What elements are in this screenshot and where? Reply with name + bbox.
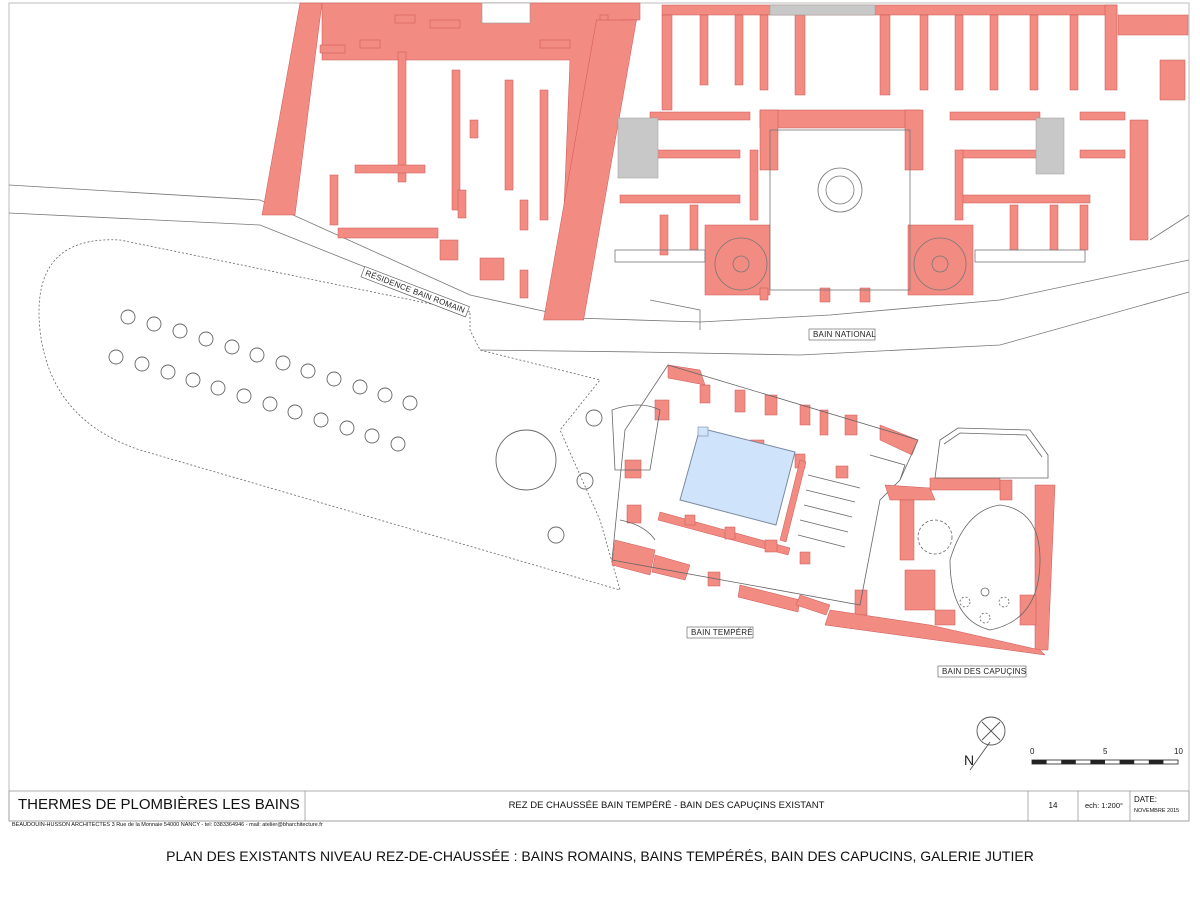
figure-caption: PLAN DES EXISTANTS NIVEAU REZ-DE-CHAUSSÉ… (166, 848, 1034, 864)
title-sheet-number: 14 (1048, 801, 1058, 810)
label-tempere-text: BAIN TEMPÉRÉ (691, 628, 753, 637)
scale-tick-5: 5 (1103, 747, 1108, 756)
title-scale: ech: 1:200° (1084, 801, 1124, 810)
bain-tempere-pool (679, 426, 796, 526)
bain-national-hall (614, 129, 1190, 330)
label-residence: RÉSIDENCE BAIN ROMAIN (360, 266, 470, 318)
label-national-text: BAIN NATIONAL (813, 330, 876, 339)
scale-tick-10: 10 (1174, 747, 1183, 756)
label-capucins-text: BAIN DES CAPUÇINS (942, 667, 1026, 676)
title-date-label: DATE: (1134, 795, 1157, 804)
label-tempere: BAIN TEMPÉRÉ (686, 626, 754, 639)
title-architect: BEAUDOUIN-HUSSON ARCHITECTES 3 Rue de la… (12, 822, 323, 828)
label-national: BAIN NATIONAL (808, 328, 876, 341)
north-arrow-icon: N (964, 716, 1006, 771)
title-drawing: REZ DE CHAUSSÉE BAIN TEMPÉRÉ - BAIN DES … (508, 800, 825, 811)
title-project: THERMES DE PLOMBIÈRES LES BAINS (18, 796, 300, 813)
residence-court (481, 2, 531, 24)
north-letter: N (964, 752, 974, 768)
garden-features (495, 409, 603, 544)
floor-plan-drawing: RÉSIDENCE BAIN ROMAIN BAIN NATIONAL BAIN… (8, 2, 1190, 822)
tree-row-2 (108, 349, 406, 452)
bain-des-capucins-walls (824, 477, 1056, 656)
label-capucins: BAIN DES CAPUÇINS (937, 665, 1027, 678)
title-date-value: NOVEMBRE 2015 (1134, 808, 1180, 814)
tree-row-1 (120, 309, 418, 411)
scale-tick-0: 0 (1030, 747, 1035, 756)
plan-sheet: RÉSIDENCE BAIN ROMAIN BAIN NATIONAL BAIN… (0, 0, 1200, 900)
label-residence-text: RÉSIDENCE BAIN ROMAIN (364, 269, 466, 315)
scale-bar: 0 5 10 (1030, 747, 1183, 765)
garden-outline (38, 239, 621, 591)
